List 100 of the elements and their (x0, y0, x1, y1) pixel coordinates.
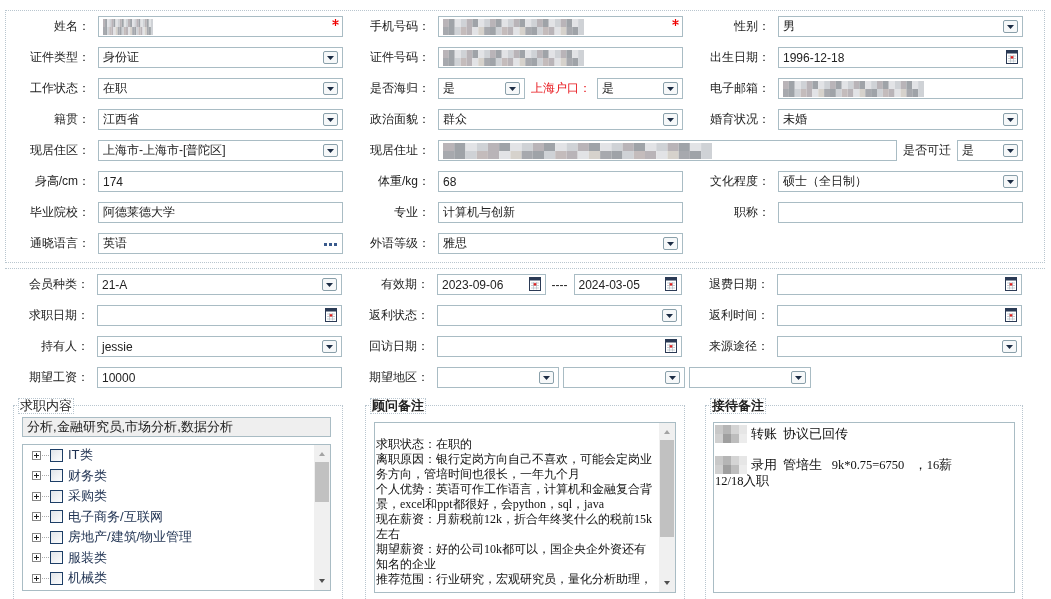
text-field[interactable] (778, 202, 1023, 223)
date-field[interactable] (437, 336, 682, 357)
dropdown[interactable]: 男 (778, 16, 1023, 37)
caret-icon (1003, 20, 1018, 33)
tree-item[interactable]: 房地产/建筑/物业管理 (68, 528, 193, 547)
dropdown[interactable] (437, 367, 559, 388)
date-field[interactable] (777, 305, 1022, 326)
date-field[interactable] (97, 305, 342, 326)
checkbox[interactable] (50, 469, 63, 483)
dropdown[interactable]: 身份证 (98, 47, 343, 68)
field-label: 姓名： (53, 18, 90, 35)
note-line: 知名的企业 (376, 557, 437, 572)
scrollbar[interactable] (314, 445, 330, 590)
caret-icon (323, 144, 338, 157)
tree-item[interactable]: IT类 (68, 446, 93, 465)
field-label: 婚育状况： (709, 111, 770, 128)
dropdown[interactable]: 在职 (98, 78, 343, 99)
dropdown[interactable]: 上海市-上海市-[普陀区] (98, 140, 343, 161)
dropdown[interactable]: 群众 (438, 109, 683, 130)
caret-icon (504, 82, 520, 95)
field-label: 期望工资： (28, 369, 89, 386)
checkbox[interactable] (50, 448, 63, 462)
calendar-icon[interactable] (528, 277, 541, 291)
expand-icon[interactable] (32, 553, 41, 563)
note-line: 转账 协议已回传 (751, 425, 849, 443)
text-field[interactable]: 英语 (98, 233, 343, 254)
dropdown[interactable]: 硕士（全日制） (778, 171, 1023, 192)
caret-icon (791, 371, 806, 384)
text-field[interactable]: 174 (98, 171, 343, 192)
note-line: 期望薪资：好的公司10k都可以，国企央企外资还有 (376, 542, 647, 557)
date-field[interactable]: 1996-12-18 (778, 47, 1023, 68)
calendar-icon[interactable] (1006, 50, 1018, 64)
checkbox[interactable] (50, 571, 63, 585)
checkbox[interactable] (50, 530, 63, 544)
caret-icon (663, 82, 678, 95)
date-field[interactable]: 2023-09-06 (437, 274, 546, 295)
caret-icon (539, 371, 554, 384)
calendar-icon[interactable] (665, 277, 677, 291)
checkbox[interactable] (50, 510, 63, 524)
text-field[interactable] (98, 16, 343, 37)
panel-legend: 接待备注 (710, 398, 766, 414)
scrollbar[interactable] (659, 423, 675, 592)
dropdown[interactable] (689, 367, 811, 388)
field-label: 外语等级： (369, 235, 430, 252)
caret-icon (322, 278, 337, 291)
date-field[interactable]: 2024-03-05 (573, 274, 682, 295)
date-field[interactable] (777, 274, 1022, 295)
note-line: 个人优势：英语可作工作语言，计算机和金融复合背 (376, 482, 653, 497)
expand-icon[interactable] (32, 491, 41, 501)
text-field[interactable] (778, 78, 1023, 99)
tree-item[interactable]: 机械类 (68, 569, 107, 588)
expand-icon[interactable] (32, 532, 41, 542)
selection-field[interactable]: 分析,金融研究员,市场分析,数据分析 (22, 417, 331, 437)
dropdown[interactable]: jessie (97, 336, 342, 357)
tree-item[interactable]: 采购类 (68, 487, 107, 506)
caret-icon (1003, 144, 1018, 157)
notes-textarea[interactable]: 转账 协议已回传 录用 管培生 9k*0.75=6750 ，16薪 12/18入职 (713, 422, 1015, 593)
dropdown[interactable]: 21-A (97, 274, 342, 295)
dropdown[interactable]: 是 (596, 78, 683, 99)
expand-icon[interactable] (32, 512, 41, 522)
text-field[interactable]: 计算机与创新 (438, 202, 683, 223)
dropdown[interactable]: 雅思 (438, 233, 683, 254)
field-label: 是否海归： (369, 80, 430, 97)
checkbox[interactable] (50, 551, 63, 565)
tree-item[interactable]: 财务类 (68, 466, 107, 485)
tree-item[interactable]: 电子商务/互联网 (68, 507, 163, 526)
notes-textarea[interactable]: 求职状态：在职的 离职原因：银行定岗方向自己不喜欢，可能会定岗业 务方向，管培时间也很长，一年九个月 个人优势：英语可作工作语言，计算机和金融复合背 景，excel和ppt都很好，会python，sql，java 现在薪资：月薪税前12k，折合年终奖什么的税前15k 左右 期望薪资：好的公司10k都可以，国企央企外资还有 知名的企业 推荐范围：行业研究，宏观研究员，量化分析助理， (374, 422, 676, 593)
dropdown[interactable]: 是 (956, 140, 1023, 161)
dropdown[interactable]: 是 (438, 78, 525, 99)
dropdown[interactable]: 江西省 (98, 109, 343, 130)
calendar-icon[interactable] (665, 339, 677, 353)
text-field[interactable]: 68 (438, 171, 683, 192)
field-label: 现居住址： (369, 142, 430, 159)
dropdown[interactable]: 未婚 (778, 109, 1023, 130)
calendar-icon[interactable] (1005, 308, 1017, 322)
text-field[interactable]: 阿德莱德大学 (98, 202, 343, 223)
field-label: 文化程度： (709, 173, 770, 190)
caret-icon (323, 82, 338, 95)
calendar-icon[interactable] (1005, 277, 1017, 291)
text-field[interactable] (438, 16, 683, 37)
calendar-icon[interactable] (325, 308, 337, 322)
text-field[interactable] (438, 47, 683, 68)
text-field[interactable]: 10000 (97, 367, 342, 388)
caret-icon (1003, 113, 1018, 126)
field-label: 返利状态： (368, 307, 429, 324)
expand-icon[interactable] (32, 573, 41, 583)
checkbox[interactable] (50, 489, 63, 503)
tree-item[interactable]: 服装类 (68, 548, 107, 567)
caret-icon (1003, 175, 1018, 188)
text-field[interactable] (438, 140, 897, 161)
expand-icon[interactable] (32, 471, 41, 481)
dropdown[interactable] (563, 367, 685, 388)
field-label: 籍贯： (53, 111, 90, 128)
field-label: 毕业院校： (29, 204, 90, 221)
field-label: 政治面貌： (369, 111, 430, 128)
caret-icon (322, 340, 337, 353)
field-label: 职称： (733, 204, 770, 221)
expand-icon[interactable] (32, 450, 41, 460)
field-label: 手机号码： (369, 18, 430, 35)
more-icon[interactable] (324, 243, 338, 247)
